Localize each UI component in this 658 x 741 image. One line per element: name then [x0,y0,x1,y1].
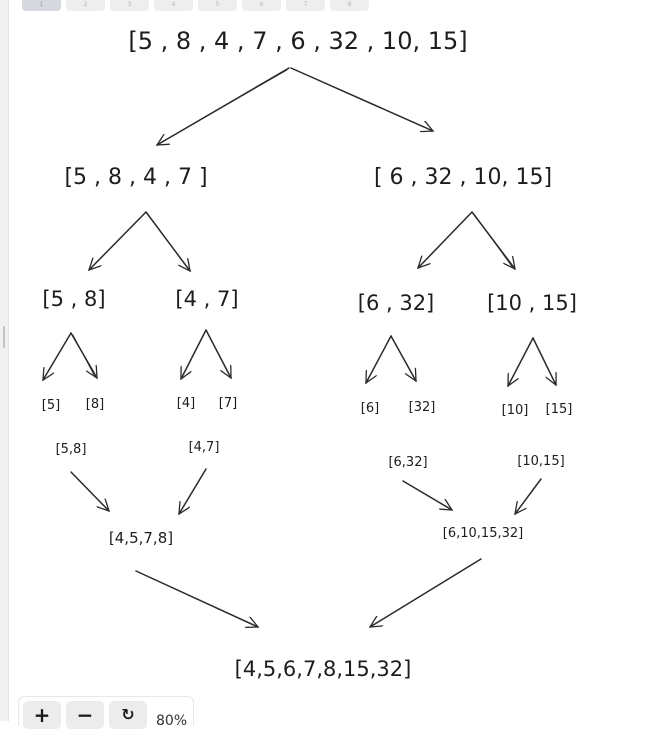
leaf-10: [10] [502,403,529,418]
merged-pair-5-8: [5,8] [56,442,87,457]
leaf-6: [6] [361,401,379,416]
split-arrows [42,67,556,386]
reset-zoom-button[interactable]: ↻ [109,701,147,729]
final-sorted-array: [4,5,6,7,8,15,32] [235,657,412,681]
merged-pair-4-7: [4,7] [189,440,220,455]
leaf-8: [8] [86,397,104,412]
quarter-array-4-7: [4 , 7] [175,287,238,311]
zoom-out-button[interactable]: − [66,701,104,729]
arrow-root-to-left-sketch [159,69,288,144]
zoom-level: 80% [156,713,188,729]
arrow-right-to-1015-sketch [473,213,514,269]
leaf-4: [4] [177,396,195,411]
arrow-right-to-632-sketch [419,213,471,267]
arrow-632-to-32 [390,335,417,381]
leaf-15: [15] [546,402,573,417]
arrow-58-to-4578 [70,471,109,511]
arrow-left-to-47 [145,211,190,271]
merged-half-left: [4,5,7,8] [109,529,173,547]
zoom-controls: + − ↻ 80% [18,696,195,729]
leaf-5: [5] [42,398,60,413]
arrow-merged-to-result [370,558,482,627]
leaf-7: [7] [219,396,237,411]
arrow-1015-to-merged [515,478,542,514]
arrow-4578-to-result [135,570,258,627]
merged-pair-6-32: [6,32] [388,455,427,470]
quarter-array-5-8: [5 , 8] [42,287,105,311]
quarter-array-10-15: [10 , 15] [487,291,577,315]
merged-half-right: [6,10,15,32] [443,526,523,541]
arrow-1015-to-15 [532,337,556,385]
leaf-32: [32] [409,400,436,415]
root-array: [5 , 8 , 4 , 7 , 6 , 32 , 10, 15] [128,27,467,55]
arrow-58-to-5 [42,332,72,380]
arrow-632-to-6 [365,335,392,383]
arrow-47-to-4 [180,329,207,379]
arrow-left-to-58 [89,211,147,270]
left-half-array: [5 , 8 , 4 , 7 ] [64,165,207,190]
arrow-47-to-7 [205,329,232,378]
quarter-array-6-32: [6 , 32] [358,291,435,315]
arrow-root-to-right [290,67,433,131]
drawing-canvas[interactable]: [5 , 8 , 4 , 7 , 6 , 32 , 10, 15] [5 , 8… [0,0,658,721]
right-half-array: [ 6 , 32 , 10, 15] [374,165,552,190]
arrow-632-to-merged [402,480,452,511]
arrow-58-to-8-sketch [72,334,96,378]
merge-arrows [70,468,542,627]
arrow-47-to-4578 [178,468,207,514]
merged-pair-10-15: [10,15] [517,454,564,469]
arrow-1015-to-10 [507,337,534,386]
zoom-in-button[interactable]: + [23,701,61,729]
